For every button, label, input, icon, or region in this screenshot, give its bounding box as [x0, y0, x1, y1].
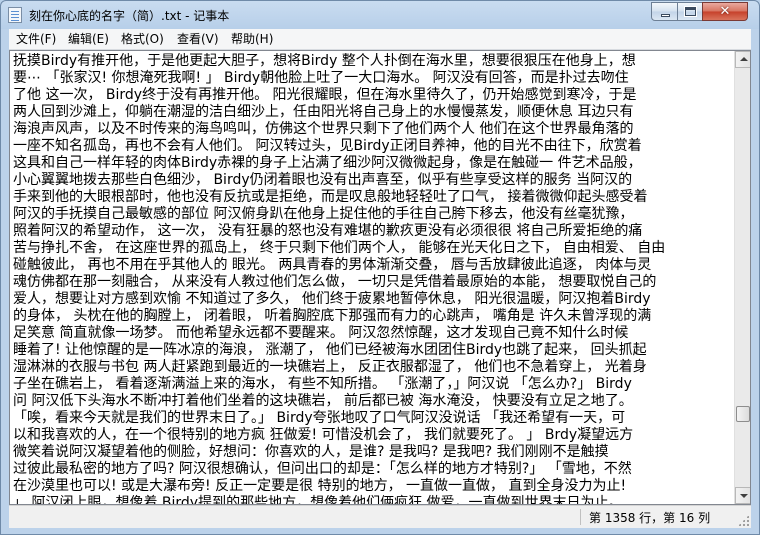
text-line: 以和我喜欢的人，在一个很特别的地方疯 狂做爱! 可惜没机会了， 我们就要死了。 … [13, 427, 634, 443]
menu-format[interactable]: 格式(O) [118, 29, 167, 49]
text-line: 小心翼翼地拨去那些白色细沙， Birdy仍闭着眼也没有出声喜至，似乎有些享受这样… [13, 172, 633, 188]
notepad-icon[interactable] [8, 7, 22, 23]
text-line: 爱人，想要让对方感到欢愉 不知道过了多久， 他们终于疲累地暂停休息， 阳光很温暖… [13, 291, 651, 307]
minimize-icon [652, 3, 677, 20]
document-text[interactable]: 抚摸Birdy有推开他，于是他更起大胆子，想将Birdy 整个人扑倒在海水里，想… [13, 53, 735, 504]
text-line: 阿汉的手抚摸自己最敏感的部位 阿汉俯身趴在他身上捉住他的手往自己胯下移去，他没有… [13, 206, 634, 222]
window-title: 刻在你心底的名字（简）.txt - 记事本 [29, 9, 230, 23]
maximize-button[interactable] [677, 2, 703, 21]
maximize-icon [678, 3, 702, 20]
menu-help[interactable]: 帮助(H) [228, 29, 276, 49]
text-line: 碰触彼此， 再也不用在乎其他人的 眼光。 两具青春的男体渐渐交叠， 唇与舌放肆彼… [13, 257, 652, 273]
menu-view[interactable]: 查看(V) [174, 29, 222, 49]
close-icon: ✕ [719, 4, 731, 19]
cursor-position: 第 1358 行，第 16 列 [589, 511, 711, 525]
menu-bar: 文件(F) 编辑(E) 格式(O) 查看(V) 帮助(H) [9, 29, 751, 50]
text-line: 子坐在礁岩上， 看着逐渐满溢上来的海水， 有些不知所措。 「涨潮了，」阿汉说 「… [13, 376, 632, 392]
menu-file[interactable]: 文件(F) [13, 29, 59, 49]
text-line: 过彼此最私密的地方了吗? 阿汉很想确认，但问出口的却是：「怎么样的地方才特别?」… [13, 461, 632, 477]
text-line: 一座不知名孤岛，再也不会有人他们。 阿汉转过头，见Birdy正闭目养神，他的目光… [13, 138, 642, 154]
scroll-up-button[interactable] [735, 51, 750, 68]
text-line: 了他 这一次， Birdy终于没有再推开他。 阳光很耀眼，但在海水里待久了，仍开… [13, 87, 637, 103]
text-line: 手来到他的大眼根部时，他也没有反抗或是拒绝，而是叹息般地轻轻吐了口气， 接着微微… [13, 189, 648, 205]
text-line: 「唉，看来今天就是我们的世界末日了。」 Birdy夸张地叹了口气阿汉没说话 「我… [13, 410, 626, 426]
title-bar[interactable]: 刻在你心底的名字（简）.txt - 记事本 ✕ [1, 1, 759, 29]
vertical-scrollbar[interactable] [734, 51, 750, 504]
text-line: 湿淋淋的衣服与书包 两人赶紧跑到最近的一块礁岩上， 反正衣服都湿了， 他们也不急… [13, 359, 647, 375]
status-divider [580, 509, 581, 525]
text-line: 」 阿汉闭上眼，想像着 Birdy提到的那些地方，想像着他们俩疯狂 做爱，一直做… [13, 495, 623, 504]
text-line: 的身体， 头枕在他的胸膛上， 闭着眼， 听着胸腔底下那强而有力的心跳声， 嘴角是… [13, 308, 652, 324]
text-line: 微笑着说阿汉凝望着他的侧脸，好想问：你喜欢的人，是谁? 是我吗? 是我吧? 我们… [13, 444, 609, 460]
close-button[interactable]: ✕ [702, 2, 748, 21]
text-line: 这具和自己一样年轻的肉体Birdy赤裸的身子上沾满了细沙阿汉微微起身，像是在触碰… [13, 155, 642, 171]
text-line: 抚摸Birdy有推开他，于是他更起大胆子，想将Birdy 整个人扑倒在海水里，想… [13, 53, 636, 69]
text-editor[interactable]: 抚摸Birdy有推开他，于是他更起大胆子，想将Birdy 整个人扑倒在海水里，想… [9, 50, 751, 505]
text-line: 要⋯ 「张家汉! 你想淹死我啊! 」 Birdy朝他脸上吐了一大口海水。 阿汉没… [13, 70, 629, 86]
text-line: 睡着了! 让他惊醒的是一阵冰凉的海浪， 涨潮了， 他们已经被海水团团住Birdy… [13, 342, 647, 358]
status-bar: 第 1358 行，第 16 列 [9, 505, 751, 528]
scroll-down-button[interactable] [735, 487, 750, 504]
text-line: 魂仿佛都在那一刻融合， 从来没有人教过他们怎么做， 一切只是凭借着最原始的本能，… [13, 274, 657, 290]
minimize-button[interactable] [651, 2, 678, 21]
scroll-thumb[interactable] [736, 406, 750, 422]
text-line: 足笑意 简直就像一场梦。 而他希望永远都不要醒来。 阿汉忽然惊醒，这才发现自己竟… [13, 325, 629, 341]
text-line: 两人回到沙滩上，仰躺在潮湿的洁白细沙上，任由阳光将自己身上的水慢慢蒸发，顺便休息… [13, 104, 634, 120]
menu-edit[interactable]: 编辑(E) [65, 29, 112, 49]
text-line: 苦与挣扎不舍， 在这座世界的孤岛上， 终于只剩下他们两个人， 能够在光天化日之下… [13, 240, 666, 256]
text-line: 照着阿汉的希望动作， 这一次， 没有狂暴的怒也没有难堪的歉疚更没有必须很很 将自… [13, 223, 643, 239]
notepad-window: 刻在你心底的名字（简）.txt - 记事本 ✕ 文件(F) 编辑(E) 格式(O… [0, 0, 760, 535]
text-line: 海浪声风声，以及不时传来的海鸟鸣叫，仿佛这个世界只剩下了他们两个人 他们在这个世… [13, 121, 634, 137]
resize-grip-icon[interactable] [738, 515, 749, 526]
text-line: 在沙漠里也可以! 或是大瀑布旁! 反正一定要是很 特别的地方， 一直做一直做， … [13, 478, 627, 494]
text-line: 问 阿汉低下头海水不断冲打着他们坐着的这块礁岩， 前后都已被 海水淹没， 快要没… [13, 393, 633, 409]
